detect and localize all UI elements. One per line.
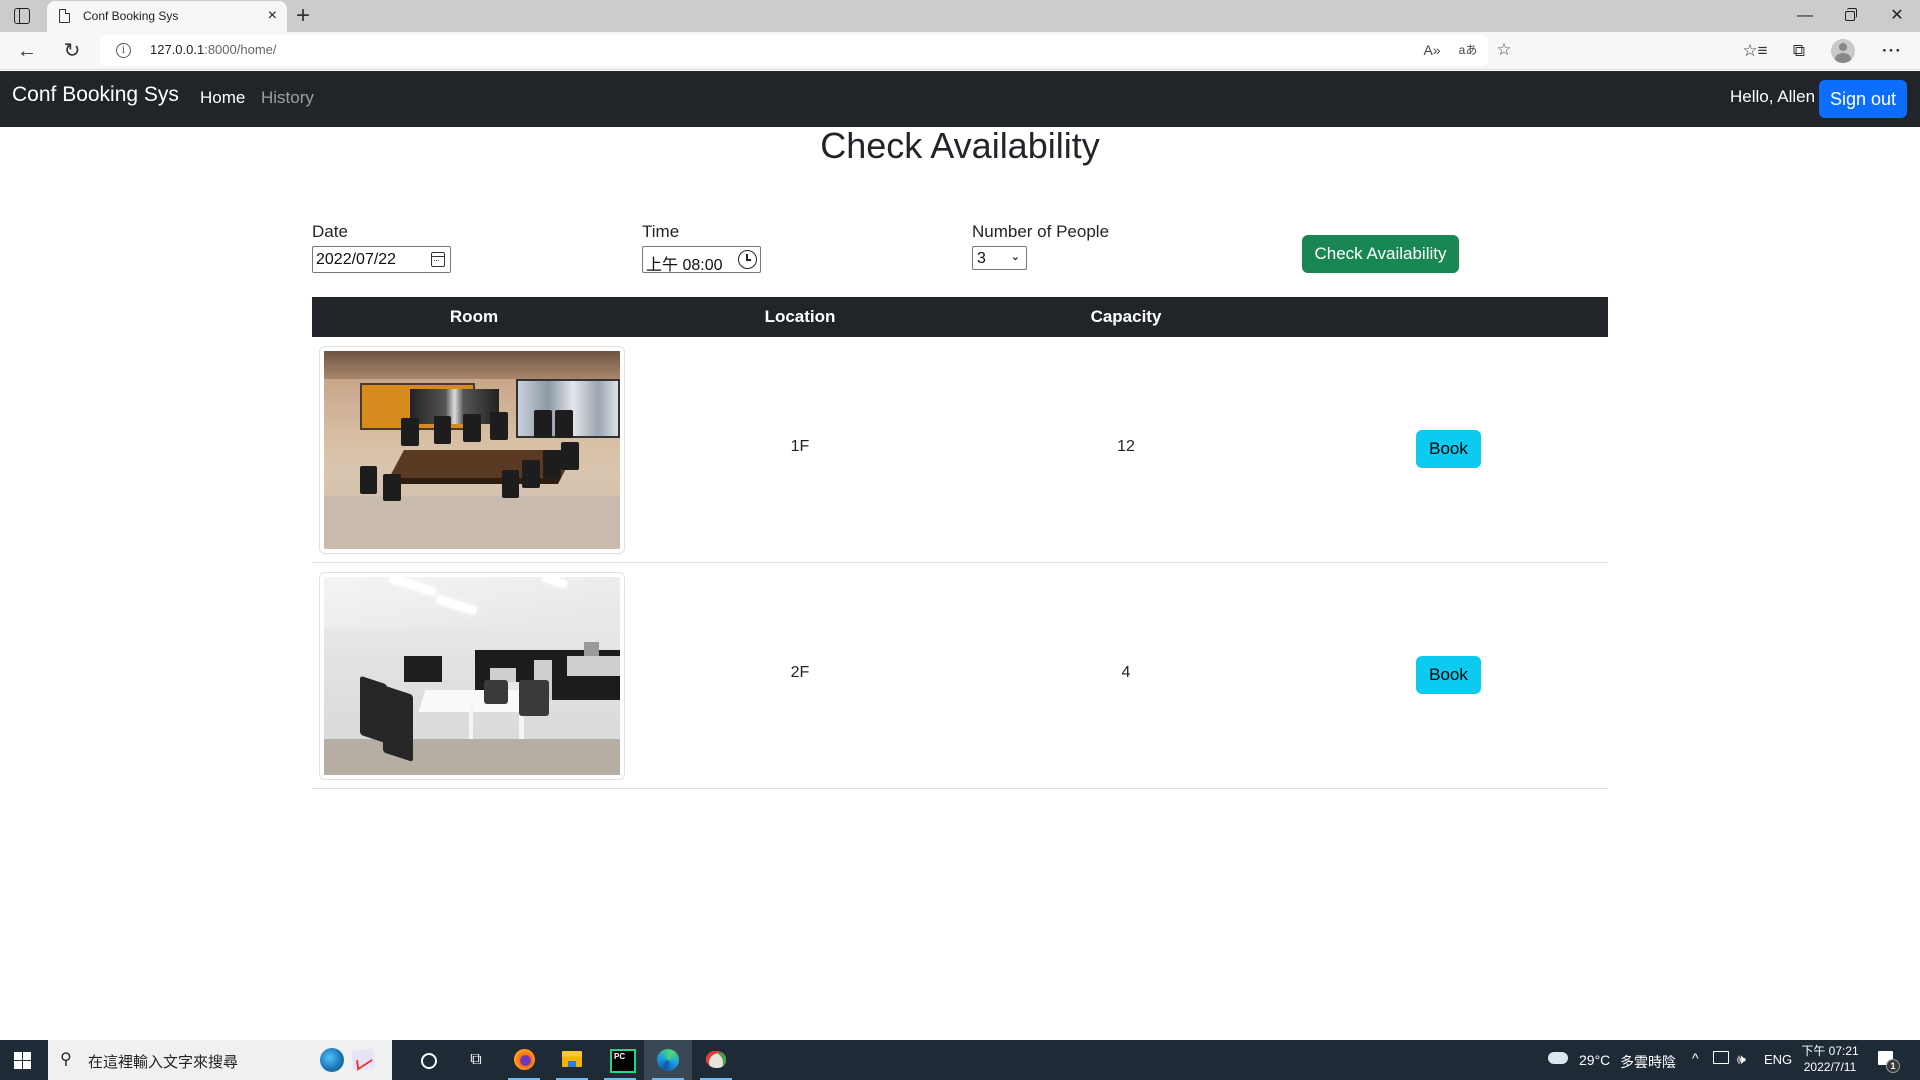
people-label: Number of People bbox=[972, 222, 1110, 241]
more-menu-icon[interactable]: ··· bbox=[1879, 41, 1905, 61]
profile-avatar-icon[interactable] bbox=[1831, 39, 1855, 63]
clock-icon[interactable] bbox=[738, 250, 757, 269]
taskbar-search-input[interactable]: ⚲ 在這裡輸入文字來搜尋 bbox=[48, 1040, 392, 1080]
weather-cloud-icon[interactable] bbox=[1548, 1047, 1568, 1064]
back-arrow-icon[interactable]: ← bbox=[13, 38, 41, 64]
time-input[interactable]: 上午 08:00 bbox=[642, 246, 761, 274]
nav-link-history[interactable]: History bbox=[261, 88, 314, 108]
column-header-location: Location bbox=[764, 307, 836, 326]
favorites-icon[interactable]: ☆≡ bbox=[1742, 41, 1768, 61]
clock-date: 2022/7/11 bbox=[1803, 1060, 1857, 1074]
tab-close-icon[interactable]: × bbox=[268, 6, 277, 26]
browser-tab-active[interactable]: Conf Booking Sys × bbox=[47, 1, 287, 32]
add-favorite-star-icon[interactable]: ☆ bbox=[1492, 40, 1516, 60]
site-info-icon[interactable]: i bbox=[116, 43, 131, 58]
collections-icon[interactable]: ⧉ bbox=[1786, 41, 1812, 61]
input-language[interactable]: ENG bbox=[1764, 1052, 1792, 1067]
room-image-boardroom bbox=[324, 351, 620, 549]
search-placeholder: 在這裡輸入文字來搜尋 bbox=[88, 1054, 239, 1071]
window-minimize-icon[interactable]: — bbox=[1790, 4, 1820, 28]
url-path: :8000/home/ bbox=[204, 42, 277, 57]
search-highlight-globe-icon[interactable] bbox=[320, 1048, 344, 1072]
table-row: 2F 4 Book bbox=[312, 563, 1608, 789]
edge-icon[interactable] bbox=[644, 1040, 692, 1080]
clock-time: 下午 07:21 bbox=[1801, 1044, 1859, 1058]
search-icon: ⚲ bbox=[60, 1051, 72, 1068]
column-header-room: Room bbox=[449, 307, 499, 326]
check-availability-button[interactable]: Check Availability bbox=[1302, 235, 1459, 273]
tray-overflow-chevron-icon[interactable]: ^ bbox=[1692, 1050, 1699, 1066]
book-button[interactable]: Book bbox=[1416, 430, 1481, 468]
date-label: Date bbox=[312, 222, 348, 241]
volume-icon[interactable]: 🕪 bbox=[1737, 1051, 1746, 1068]
window-close-icon[interactable]: ✕ bbox=[1882, 4, 1912, 28]
browser-tab-strip: Conf Booking Sys × + — ✕ bbox=[0, 0, 1920, 32]
room-capacity: 4 bbox=[1121, 664, 1131, 681]
read-aloud-icon[interactable]: A» bbox=[1420, 40, 1444, 60]
url-host: 127.0.0.1 bbox=[150, 42, 205, 57]
translate-icon[interactable]: aあ bbox=[1456, 40, 1480, 60]
room-capacity: 12 bbox=[1117, 438, 1135, 455]
table-row: 1F 12 Book bbox=[312, 337, 1608, 563]
room-image-minimal bbox=[324, 577, 620, 775]
network-icon[interactable] bbox=[1713, 1051, 1729, 1064]
reload-icon[interactable]: ↻ bbox=[58, 38, 86, 64]
address-bar[interactable]: i 127.0.0.1:8000/home/ A» aあ ☆ bbox=[100, 35, 1512, 66]
weather-temperature[interactable]: 29°C bbox=[1579, 1052, 1610, 1068]
tab-title: Conf Booking Sys bbox=[83, 9, 179, 23]
room-location: 1F bbox=[790, 438, 810, 455]
page-icon bbox=[59, 8, 71, 23]
page-title: Check Availability bbox=[820, 125, 1100, 166]
people-value: 3 bbox=[977, 250, 986, 267]
cortana-icon[interactable] bbox=[404, 1040, 452, 1080]
notification-count-badge: 1 bbox=[1886, 1059, 1900, 1073]
nav-link-home[interactable]: Home bbox=[200, 88, 245, 108]
firefox-icon[interactable] bbox=[500, 1040, 548, 1080]
room-thumbnail bbox=[319, 572, 625, 780]
weather-condition[interactable]: 多雲時陰 bbox=[1620, 1052, 1676, 1072]
search-highlight-chart-icon[interactable] bbox=[350, 1048, 376, 1072]
date-value: 2022/07/22 bbox=[316, 251, 397, 268]
room-location: 2F bbox=[790, 664, 810, 681]
brand-link[interactable]: Conf Booking Sys bbox=[12, 83, 179, 107]
table-header: Room Location Capacity bbox=[312, 297, 1608, 337]
calendar-icon[interactable] bbox=[431, 252, 445, 267]
browser-toolbar: ← ↻ i 127.0.0.1:8000/home/ A» aあ ☆ ☆≡ ⧉ … bbox=[0, 32, 1920, 70]
url-text[interactable]: 127.0.0.1:8000/home/ bbox=[150, 42, 277, 57]
people-select[interactable]: 3 ⌄ bbox=[972, 246, 1027, 270]
date-input[interactable]: 2022/07/22 bbox=[312, 246, 451, 273]
tab-actions-icon[interactable] bbox=[14, 8, 30, 24]
new-tab-icon[interactable]: + bbox=[296, 2, 310, 30]
windows-start-icon[interactable] bbox=[14, 1052, 31, 1069]
system-clock[interactable]: 下午 07:21 2022/7/11 bbox=[1800, 1043, 1860, 1075]
pycharm-icon[interactable] bbox=[596, 1040, 644, 1080]
window-restore-icon[interactable] bbox=[1835, 4, 1865, 29]
app-navbar: Conf Booking Sys Home History Hello, All… bbox=[0, 71, 1920, 127]
room-thumbnail bbox=[319, 346, 625, 554]
file-explorer-icon[interactable] bbox=[548, 1040, 596, 1080]
paint-icon[interactable] bbox=[692, 1040, 740, 1080]
chevron-down-icon: ⌄ bbox=[1010, 251, 1020, 263]
sign-out-button[interactable]: Sign out bbox=[1819, 80, 1907, 118]
notification-center-icon[interactable]: 1 bbox=[1878, 1051, 1900, 1073]
book-button[interactable]: Book bbox=[1416, 656, 1481, 694]
rooms-table: Room Location Capacity 1F 12 Book 2F 4 B… bbox=[312, 297, 1608, 789]
time-value: 上午 08:00 bbox=[646, 257, 723, 274]
user-greeting: Hello, Allen bbox=[1730, 87, 1816, 106]
column-header-capacity: Capacity bbox=[1090, 307, 1162, 326]
time-label: Time bbox=[642, 222, 680, 241]
task-view-icon[interactable]: ⧉ bbox=[452, 1040, 500, 1080]
windows-taskbar: ⚲ 在這裡輸入文字來搜尋 ⧉ 29°C 多雲時陰 ^ 🕪 ENG 下午 07:2… bbox=[0, 1040, 1920, 1080]
